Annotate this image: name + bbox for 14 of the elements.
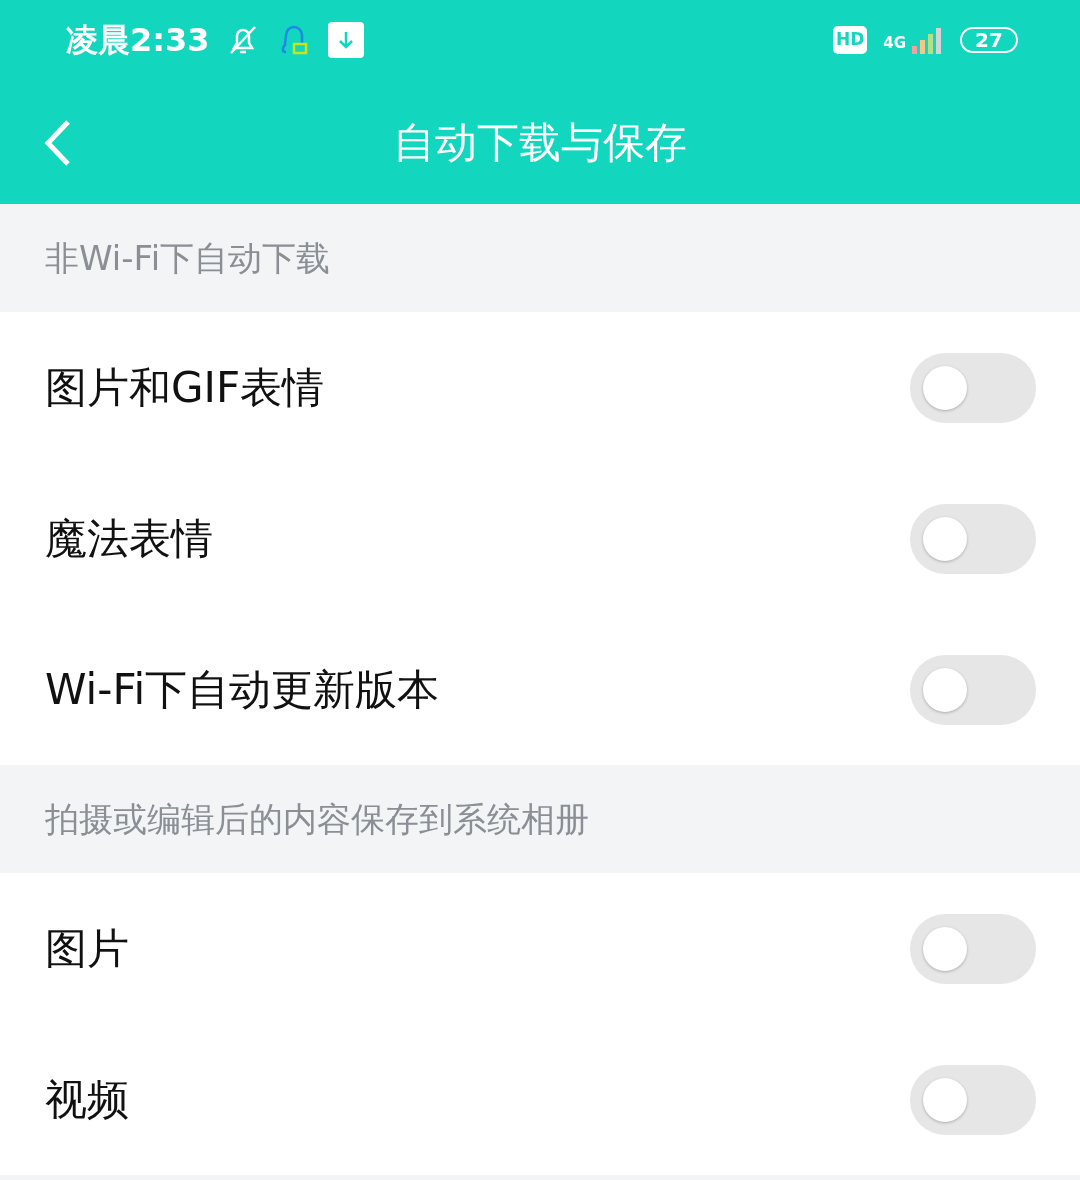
section-header: 非Wi-Fi下自动下载 [45,236,331,280]
download-icon [327,22,364,58]
setting-label: 魔法表情 [45,513,213,565]
status-time: 凌晨2:33 [66,20,210,61]
battery-level: 27 [960,27,1018,53]
setting-label: 图片和GIF表情 [45,362,325,414]
setting-label: 图片 [45,923,129,975]
network-type: 4G [883,32,906,54]
setting-label: 视频 [45,1074,129,1126]
signal-icon [910,26,944,54]
hd-indicator: HD [832,26,868,54]
section-header: 拍摄或编辑后的内容保存到系统相册 [45,797,589,841]
setting-label: Wi-Fi下自动更新版本 [45,664,440,716]
page-title: 自动下载与保存 [393,116,687,169]
